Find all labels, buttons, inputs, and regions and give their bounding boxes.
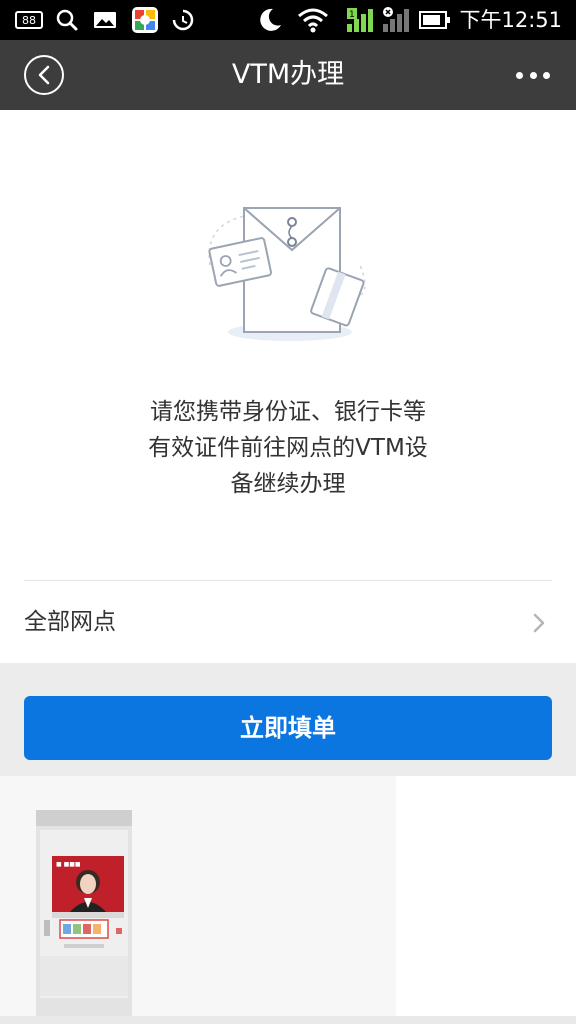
chevron-left-icon <box>38 65 50 85</box>
back-button[interactable] <box>24 55 64 95</box>
all-branches-row[interactable]: 全部网点 <box>0 581 576 663</box>
all-branches-label: 全部网点 <box>24 609 116 635</box>
more-dot-icon <box>516 71 523 79</box>
signal-off-icon <box>380 0 412 40</box>
more-dot-icon <box>529 71 537 79</box>
more-button[interactable] <box>516 66 550 84</box>
search-icon <box>54 0 80 40</box>
fill-form-button[interactable]: 立即填单 <box>24 696 552 760</box>
svg-text:■ ■■■: ■ ■■■ <box>56 861 81 868</box>
image-icon <box>92 0 118 40</box>
battery-icon <box>418 0 452 40</box>
app-icon <box>130 0 160 40</box>
nav-bar: VTM办理 <box>0 40 576 110</box>
status-bar: 88 1 下午12:51 <box>0 0 576 40</box>
signal-1-icon: 1 <box>344 0 378 40</box>
bottom-strip <box>0 1016 576 1024</box>
badge-count: 88 <box>22 13 36 27</box>
message-line: 有效证件前往网点的VTM设 <box>148 435 428 461</box>
message-line: 备继续办理 <box>230 471 346 497</box>
svg-text:1: 1 <box>349 10 355 20</box>
chevron-right-icon <box>533 613 545 633</box>
notification-88-icon: 88 <box>14 0 44 40</box>
moon-icon <box>256 0 284 40</box>
more-dot-icon <box>543 71 550 79</box>
message-line: 请您携带身份证、银行卡等 <box>150 399 426 425</box>
envelope-id-card-illustration <box>200 195 376 355</box>
status-time: 下午12:51 <box>459 8 562 32</box>
vtm-machine-image: ■ ■■■ <box>0 776 396 1024</box>
page-title: VTM办理 <box>231 59 345 90</box>
instruction-message: 请您携带身份证、银行卡等 有效证件前往网点的VTM设 备继续办理 <box>0 394 576 502</box>
sync-icon <box>170 0 196 40</box>
wifi-icon <box>296 0 330 40</box>
